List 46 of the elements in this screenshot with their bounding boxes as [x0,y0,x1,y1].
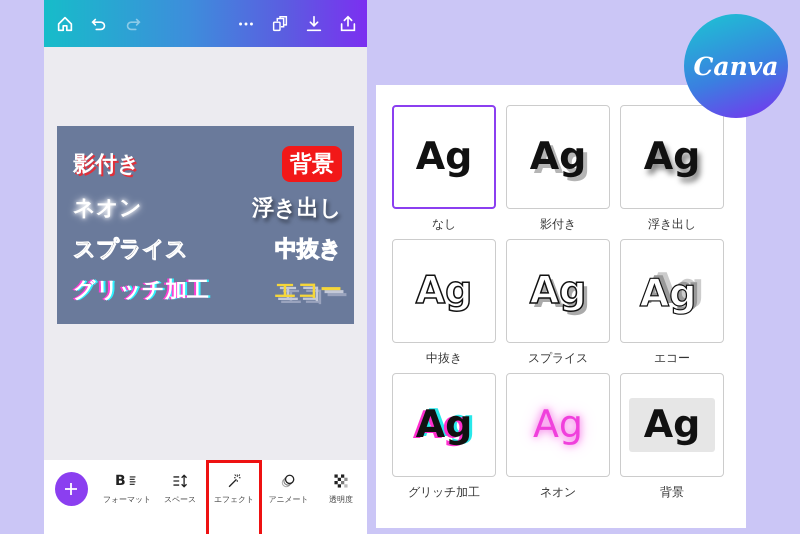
effect-sample-text[interactable]: グリッチ加工 [73,274,209,304]
checkerboard-icon [332,472,350,490]
effect-sample-text[interactable]: 影付き [73,148,140,178]
effect-preview-text: Ag [530,136,586,178]
effect-label: エコー [654,350,690,366]
effect-preview-text: Ag [638,265,706,317]
effect-label: 影付き [540,216,576,232]
toolbar-tool[interactable]: スペース [154,460,206,531]
toolbar-tool[interactable]: アニメート [262,460,315,531]
plus-icon [64,482,78,496]
spacing-icon [170,472,189,490]
toolbar-tool[interactable]: エフェクト [206,460,262,534]
effect-label: スプライス [528,350,588,366]
effect-sample-text[interactable]: 中抜き [275,234,342,264]
effect-label: ネオン [540,484,576,500]
effect-label: なし [432,216,456,232]
effect-preview-text: Ag [416,136,472,178]
effect-label: 浮き出し [648,216,696,232]
effect-preview-text: Ag [416,404,472,446]
effect-option-tile[interactable]: Ag [620,105,724,209]
effect-sample-text[interactable]: ネオン [73,192,142,222]
effect-option-tile[interactable]: Ag [620,373,724,477]
effect-preview-text: Ag [416,270,472,312]
effect-sample-text[interactable]: スプライス [73,234,188,264]
toolbar-tool[interactable]: 透明度 [314,460,367,531]
share-icon[interactable] [338,14,358,34]
effect-preview-text: Ag [644,136,700,178]
effect-option-tile[interactable]: Ag [392,239,496,343]
effect-preview-text: Ag [628,398,716,452]
effect-option-tile[interactable]: Ag [506,239,610,343]
copy-icon[interactable] [270,14,290,34]
effect-sample-text[interactable]: 背景 [282,146,342,182]
download-icon[interactable] [304,14,324,34]
effect-preview-text: Ag [532,404,584,446]
add-button[interactable] [55,472,88,506]
effect-option-tile[interactable]: Ag [506,105,610,209]
circles-icon [279,472,298,490]
effect-sample-text[interactable]: 浮き出し [252,192,342,222]
effect-label: 背景 [660,484,684,500]
bold-glyph: B [114,472,126,490]
effect-label: グリッチ加工 [408,484,480,500]
effect-option-tile[interactable]: Ag [392,373,496,477]
effect-option-tile[interactable]: Ag [392,105,496,209]
effect-label: 中抜き [426,350,462,366]
logo-badge: Canva [684,14,788,118]
toolbar-tool[interactable]: B フォーマット [100,460,154,531]
